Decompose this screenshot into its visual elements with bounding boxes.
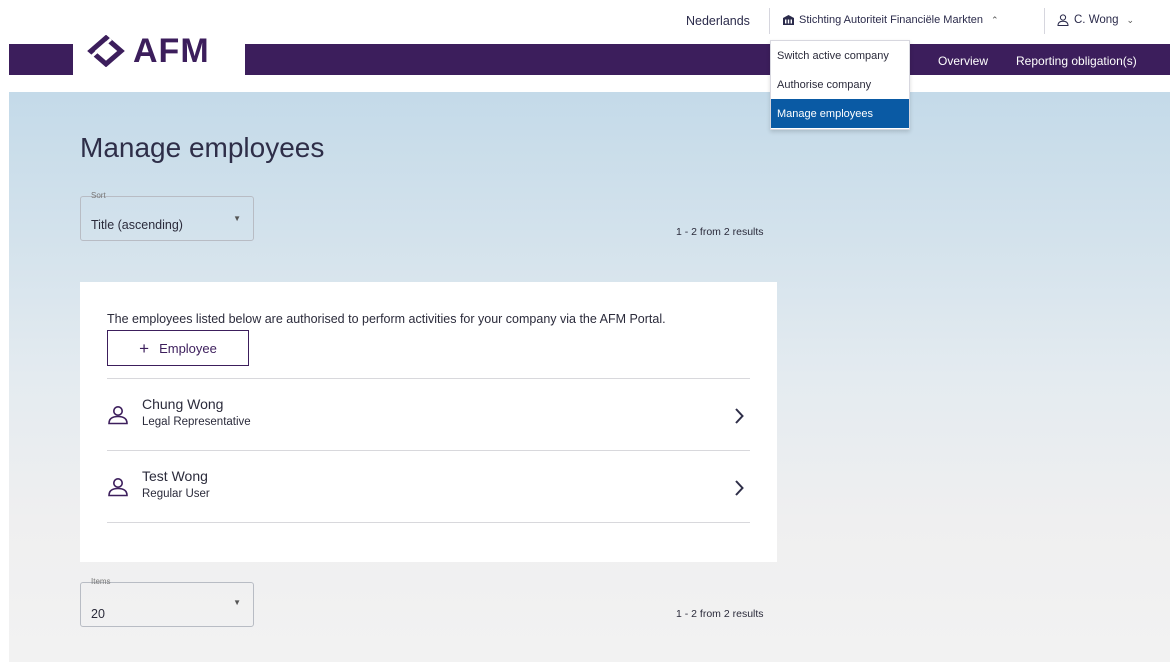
items-per-page-select[interactable]: Items 20 ▼ <box>80 577 254 627</box>
employees-card: The employees listed below are authorise… <box>80 282 777 562</box>
caret-down-icon: ▼ <box>233 598 241 607</box>
company-selector[interactable]: Stichting Autoriteit Financiële Markten … <box>783 14 999 26</box>
language-switch[interactable]: Nederlands <box>686 14 750 28</box>
caret-down-icon: ▼ <box>233 214 241 223</box>
card-intro-text: The employees listed below are authorise… <box>107 312 666 326</box>
chevron-up-icon: ⌃ <box>991 14 999 25</box>
employee-row[interactable]: Chung Wong Legal Representative <box>107 379 750 449</box>
user-icon <box>108 478 128 497</box>
items-legend: Items <box>89 577 113 586</box>
divider <box>769 8 770 34</box>
results-count: 1 - 2 from 2 results <box>676 226 764 238</box>
nav-overview[interactable]: Overview <box>938 54 988 68</box>
chevron-down-icon: ⌄ <box>1126 14 1135 25</box>
chevron-right-icon <box>735 408 744 424</box>
divider <box>107 522 750 523</box>
plus-icon: + <box>139 338 150 358</box>
user-icon <box>108 406 128 425</box>
afm-logo[interactable]: AFM <box>73 26 245 76</box>
user-name: C. Wong <box>1074 14 1119 26</box>
sort-value: Title (ascending) <box>91 218 183 232</box>
menu-item-switch-active-company[interactable]: Switch active company <box>771 41 909 70</box>
employee-name: Test Wong <box>142 468 208 484</box>
menu-item-authorise-company[interactable]: Authorise company <box>771 70 909 99</box>
employee-role: Legal Representative <box>142 416 251 428</box>
employee-row[interactable]: Test Wong Regular User <box>107 451 750 521</box>
company-dropdown-menu: Switch active company Authorise company … <box>770 40 910 130</box>
divider <box>1044 8 1045 34</box>
user-menu[interactable]: C. Wong ⌄ <box>1057 14 1134 26</box>
language-label: Nederlands <box>686 14 750 28</box>
user-icon <box>1057 14 1069 26</box>
employee-role: Regular User <box>142 488 210 500</box>
add-employee-button[interactable]: + Employee <box>107 330 249 366</box>
nav-reporting-obligations[interactable]: Reporting obligation(s) <box>1016 54 1137 68</box>
menu-item-manage-employees[interactable]: Manage employees <box>771 99 909 128</box>
company-name: Stichting Autoriteit Financiële Markten <box>799 14 984 26</box>
sort-legend: Sort <box>89 191 108 200</box>
items-value: 20 <box>91 607 105 621</box>
chevron-right-icon <box>735 480 744 496</box>
sort-select[interactable]: Sort Title (ascending) ▼ <box>80 191 254 241</box>
page-title: Manage employees <box>80 132 325 163</box>
afm-logo-mark-icon <box>87 35 125 67</box>
employee-name: Chung Wong <box>142 396 224 412</box>
add-employee-label: Employee <box>159 340 217 356</box>
building-icon <box>783 15 794 25</box>
results-count-bottom: 1 - 2 from 2 results <box>676 608 764 620</box>
logo-text: AFM <box>133 31 210 70</box>
